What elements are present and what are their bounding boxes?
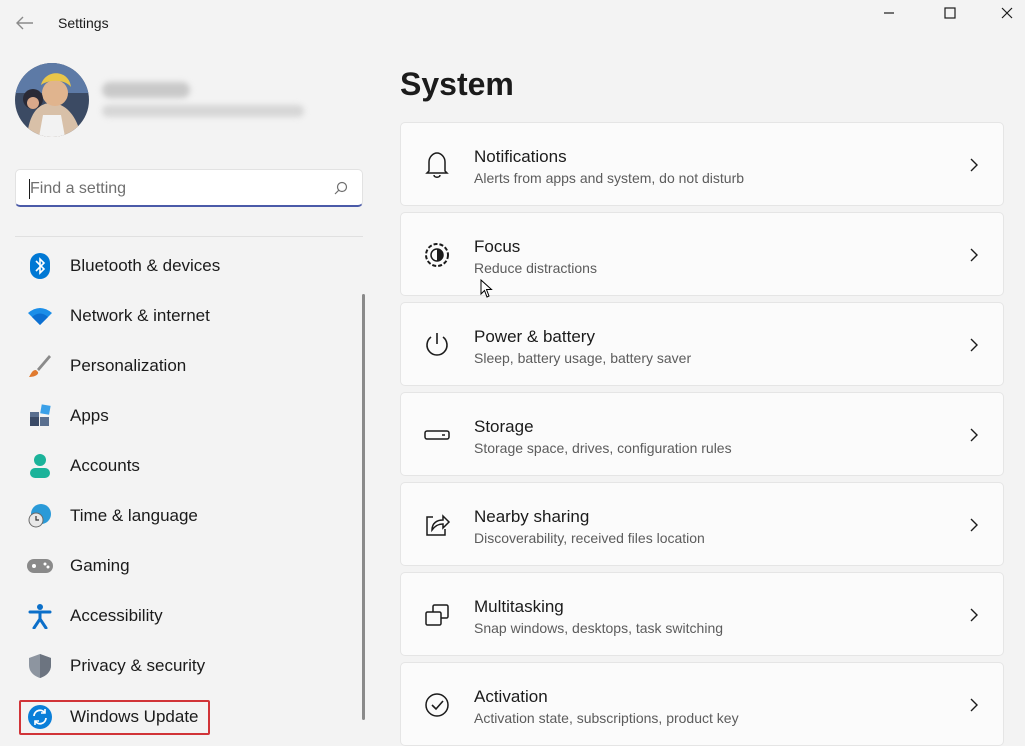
accessibility-icon — [20, 596, 60, 636]
settings-card-notifications[interactable]: Notifications Alerts from apps and syste… — [400, 122, 1004, 206]
settings-card-nearby-sharing[interactable]: Nearby sharing Discoverability, received… — [400, 482, 1004, 566]
sidebar-item-time-language[interactable]: Time & language — [20, 496, 350, 536]
chevron-right-icon — [970, 698, 978, 712]
page-title: System — [400, 66, 514, 102]
card-description: Storage space, drives, configuration rul… — [474, 440, 732, 456]
sidebar-item-label: Accessibility — [70, 606, 163, 625]
sidebar-item-gaming[interactable]: Gaming — [20, 546, 350, 586]
power-icon — [421, 329, 453, 361]
chevron-right-icon — [970, 338, 978, 352]
sidebar-item-privacy-security[interactable]: Privacy & security — [20, 646, 350, 686]
storage-icon — [421, 419, 453, 451]
chevron-right-icon — [970, 518, 978, 532]
card-description: Sleep, battery usage, battery saver — [474, 350, 692, 366]
settings-card-storage[interactable]: Storage Storage space, drives, configura… — [400, 392, 1004, 476]
search-input[interactable] — [28, 178, 322, 200]
card-title: Power & battery — [474, 327, 595, 346]
sidebar-item-label: Network & internet — [70, 306, 210, 325]
sidebar-item-label: Bluetooth & devices — [70, 256, 221, 275]
close-icon — [1001, 7, 1013, 19]
person-icon — [20, 446, 60, 486]
settings-card-power-battery[interactable]: Power & battery Sleep, battery usage, ba… — [400, 302, 1004, 386]
sidebar-item-label: Apps — [70, 406, 109, 425]
sidebar-item-bluetooth[interactable]: Bluetooth & devices — [20, 246, 350, 286]
wifi-icon — [20, 296, 60, 336]
sidebar-item-label: Accounts — [70, 456, 140, 475]
minimize-button[interactable] — [866, 0, 912, 26]
search-box[interactable] — [15, 169, 363, 207]
shield-icon — [20, 646, 60, 686]
settings-card-multitasking[interactable]: Multitasking Snap windows, desktops, tas… — [400, 572, 1004, 656]
sidebar-item-personalization[interactable]: Personalization — [20, 346, 350, 386]
card-title: Activation — [474, 687, 548, 706]
user-name-blurred — [102, 82, 190, 98]
maximize-icon — [944, 7, 956, 19]
arrow-left-icon — [16, 16, 33, 30]
maximize-button[interactable] — [927, 0, 973, 26]
card-description: Alerts from apps and system, do not dist… — [474, 170, 745, 186]
card-description: Reduce distractions — [474, 260, 597, 276]
apps-icon — [20, 396, 60, 436]
sidebar-item-network[interactable]: Network & internet — [20, 296, 350, 336]
avatar[interactable] — [15, 63, 89, 137]
card-description: Snap windows, desktops, task switching — [474, 620, 724, 636]
card-title: Focus — [474, 237, 521, 256]
settings-card-activation[interactable]: Activation Activation state, subscriptio… — [400, 662, 1004, 746]
share-icon — [421, 509, 453, 541]
sidebar-item-label: Personalization — [70, 356, 187, 375]
card-title: Multitasking — [474, 597, 564, 616]
sidebar-divider — [15, 236, 363, 237]
mouse-cursor-icon — [480, 279, 493, 298]
user-email-blurred — [102, 105, 304, 117]
app-title: Settings — [58, 15, 109, 31]
multitask-icon — [421, 599, 453, 631]
check-circle-icon — [421, 689, 453, 721]
card-title: Notifications — [474, 147, 567, 166]
globe-clock-icon — [20, 496, 60, 536]
minimize-icon — [884, 12, 894, 14]
text-caret — [29, 179, 30, 199]
sidebar-item-apps[interactable]: Apps — [20, 396, 350, 436]
close-button[interactable] — [984, 0, 1025, 26]
highlight-box — [19, 700, 210, 735]
sidebar-item-label: Time & language — [70, 506, 198, 525]
card-title: Storage — [474, 417, 534, 436]
focus-icon — [421, 239, 453, 271]
back-button[interactable] — [12, 10, 38, 36]
gamepad-icon — [20, 546, 60, 586]
chevron-right-icon — [970, 608, 978, 622]
search-icon[interactable] — [334, 181, 348, 195]
title-bar: Settings — [0, 0, 1025, 46]
sidebar-item-label: Gaming — [70, 556, 130, 575]
chevron-right-icon — [970, 248, 978, 262]
card-title: Nearby sharing — [474, 507, 590, 526]
sidebar-item-label: Privacy & security — [70, 656, 206, 675]
brush-icon — [20, 346, 60, 386]
bluetooth-icon — [20, 246, 60, 286]
bell-icon — [421, 149, 453, 181]
card-description: Activation state, subscriptions, product… — [474, 710, 739, 726]
chevron-right-icon — [970, 158, 978, 172]
sidebar-item-accounts[interactable]: Accounts — [20, 446, 350, 486]
sidebar-scrollbar[interactable] — [362, 294, 365, 720]
card-description: Discoverability, received files location — [474, 530, 705, 546]
sidebar-item-accessibility[interactable]: Accessibility — [20, 596, 350, 636]
chevron-right-icon — [970, 428, 978, 442]
